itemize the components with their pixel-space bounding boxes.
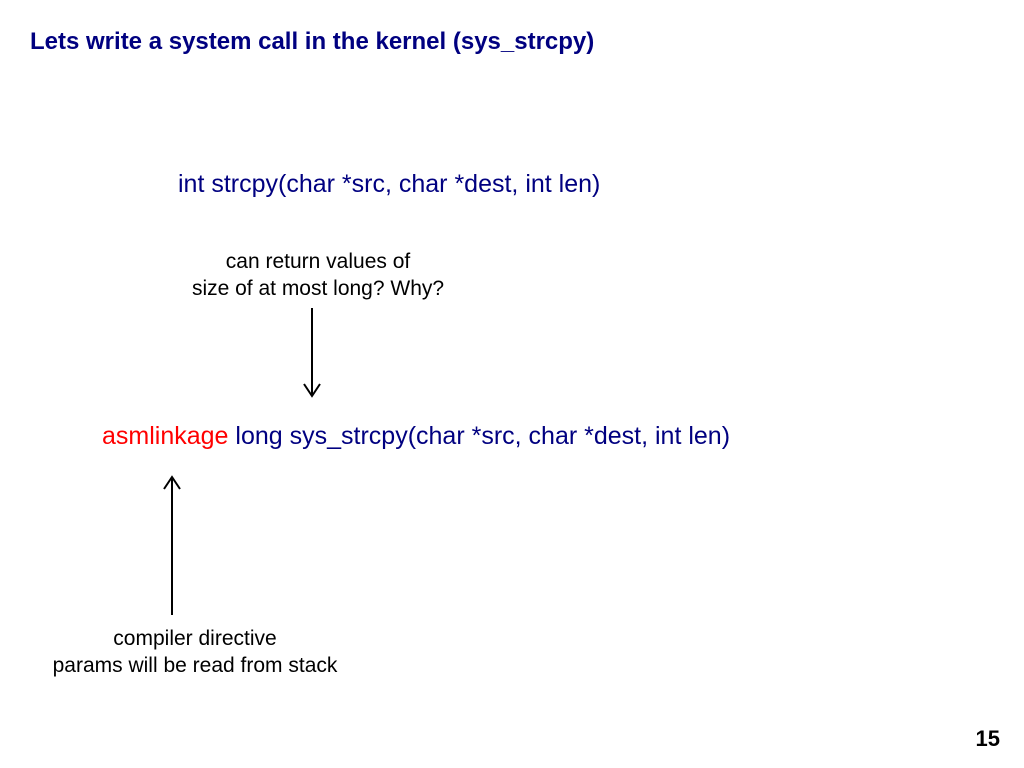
slide-title: Lets write a system call in the kernel (… — [30, 28, 594, 56]
syscall-signature: asmlinkage long sys_strcpy(char *src, ch… — [102, 422, 730, 451]
annotation-compiler-directive: compiler directive params will be read f… — [30, 625, 360, 680]
syscall-rest: long sys_strcpy(char *src, char *dest, i… — [228, 422, 730, 450]
annotation-compiler-line2: params will be read from stack — [53, 654, 338, 677]
annotation-compiler-line1: compiler directive — [113, 627, 276, 650]
annotation-return-line1: can return values of — [226, 250, 410, 273]
arrow-down-icon — [300, 308, 324, 408]
page-number: 15 — [976, 726, 1000, 752]
arrow-up-icon — [160, 465, 184, 615]
function-signature: int strcpy(char *src, char *dest, int le… — [178, 170, 600, 199]
annotation-return-line2: size of at most long? Why? — [192, 277, 444, 300]
annotation-return-values: can return values of size of at most lon… — [178, 248, 458, 303]
syscall-asmlinkage: asmlinkage — [102, 422, 228, 450]
